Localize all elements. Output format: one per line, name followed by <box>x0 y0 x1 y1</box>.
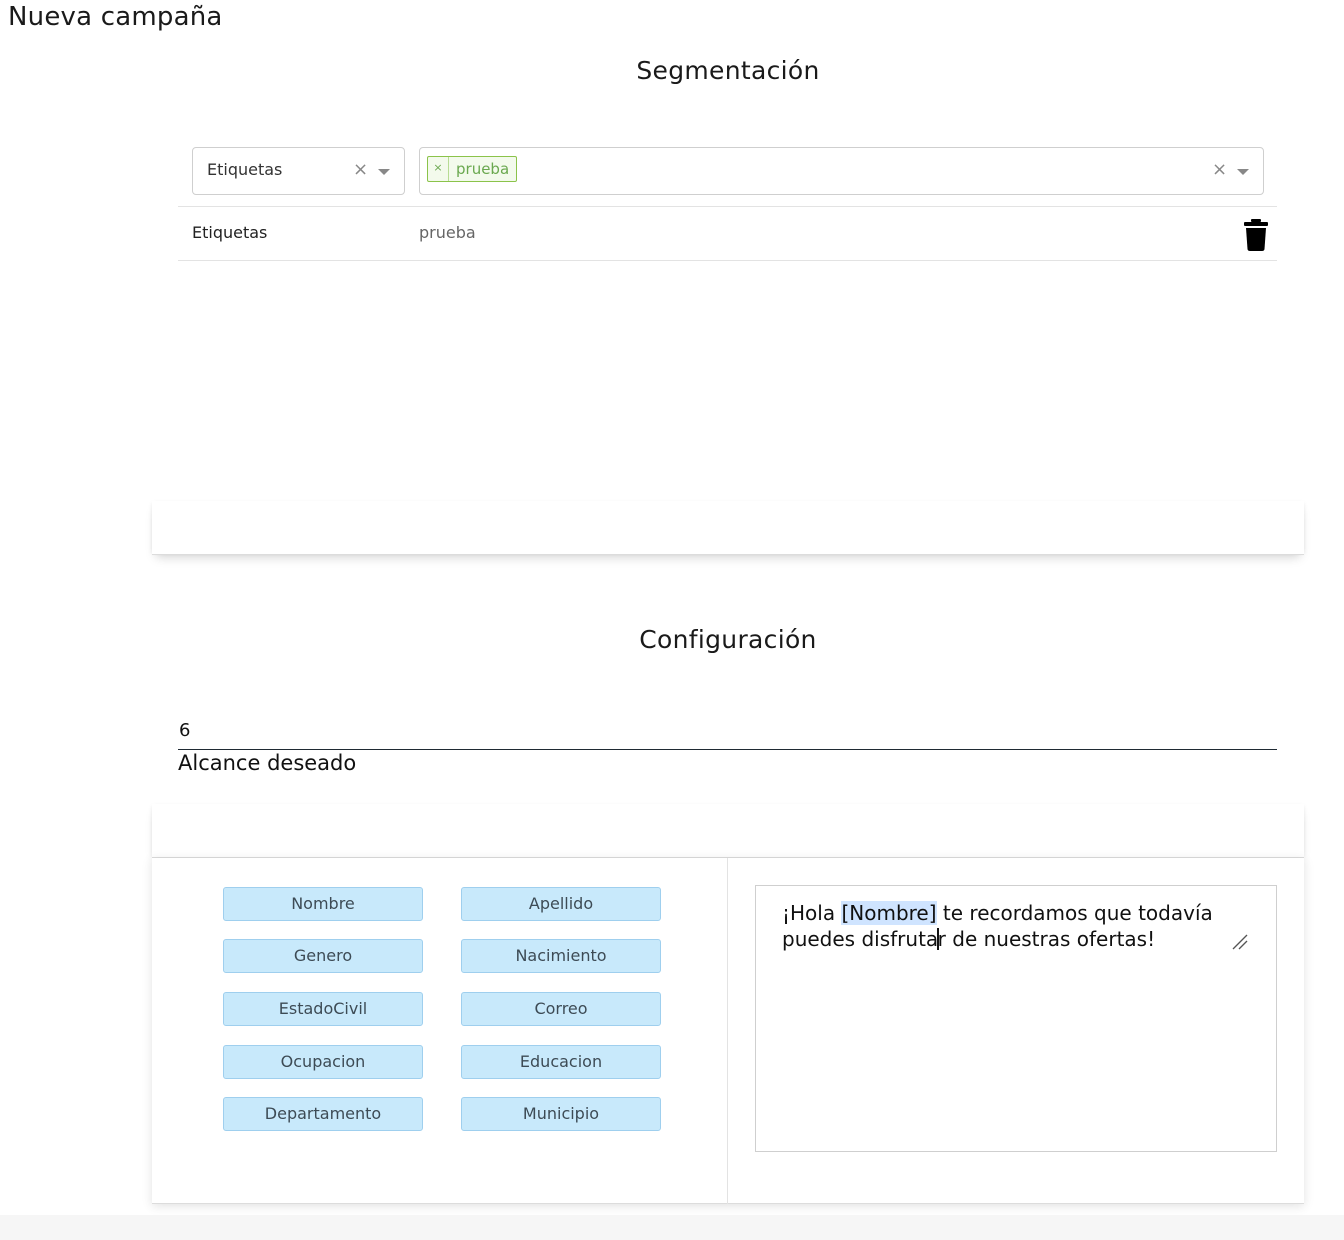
message-textarea[interactable]: ¡Hola [Nombre] te recordamos que todavía… <box>755 885 1277 1152</box>
chevron-down-icon[interactable] <box>378 169 390 175</box>
bottom-strip <box>0 1215 1344 1240</box>
reach-input[interactable] <box>178 712 1277 750</box>
selected-tag: × prueba <box>427 156 518 182</box>
segment-values-select[interactable]: × prueba × <box>419 147 1264 195</box>
message-variable-highlight: [Nombre] <box>841 901 937 925</box>
table-row: Etiquetas prueba <box>178 206 1277 261</box>
variable-button-nombre[interactable]: Nombre <box>223 887 423 921</box>
message-text-start: ¡Hola <box>782 901 842 925</box>
variable-button-nacimiento[interactable]: Nacimiento <box>461 939 661 973</box>
variable-button-departamento[interactable]: Departamento <box>223 1097 423 1131</box>
configuration-title: Configuración <box>639 625 817 654</box>
editor-divider <box>727 858 728 1204</box>
tag-remove-icon[interactable]: × <box>428 157 449 181</box>
segment-field-cell: Etiquetas <box>192 223 268 242</box>
variable-button-genero[interactable]: Genero <box>223 939 423 973</box>
resize-handle-icon[interactable] <box>1232 934 1248 950</box>
segment-type-value: Etiquetas <box>207 160 283 179</box>
variable-button-educacion[interactable]: Educacion <box>461 1045 661 1079</box>
variable-button-estadocivil[interactable]: EstadoCivil <box>223 992 423 1026</box>
chevron-down-icon[interactable] <box>1237 169 1249 175</box>
segment-type-select[interactable]: Etiquetas × <box>192 147 405 195</box>
close-icon[interactable]: × <box>1212 161 1227 179</box>
message-text-end: r de nuestras ofertas! <box>937 927 1156 951</box>
reach-label: Alcance deseado <box>178 751 357 775</box>
segmentation-title: Segmentación <box>636 56 820 85</box>
variable-button-correo[interactable]: Correo <box>461 992 661 1026</box>
variable-button-apellido[interactable]: Apellido <box>461 887 661 921</box>
tag-label: prueba <box>456 160 510 178</box>
close-icon[interactable]: × <box>353 161 368 179</box>
segmentation-card-footer <box>152 501 1304 555</box>
variable-button-municipio[interactable]: Municipio <box>461 1097 661 1131</box>
page-title: Nueva campaña <box>8 2 223 32</box>
variable-button-ocupacion[interactable]: Ocupacion <box>223 1045 423 1079</box>
message-editor-card: Nombre Apellido Genero Nacimiento Estado… <box>152 858 1304 1204</box>
trash-icon[interactable] <box>1244 219 1268 251</box>
segment-value-cell: prueba <box>419 223 476 242</box>
configuration-card-footer <box>152 804 1304 858</box>
